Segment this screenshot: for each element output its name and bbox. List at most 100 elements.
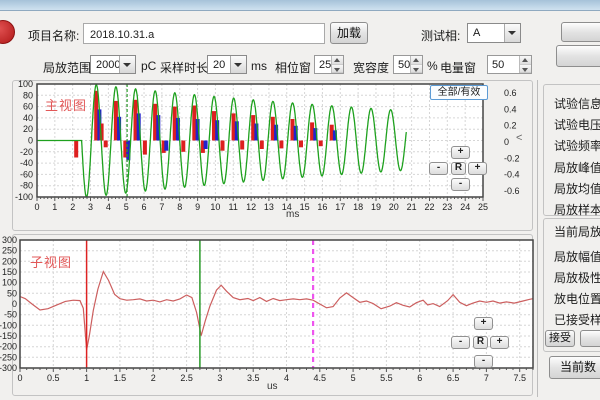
svg-text:4: 4 (106, 202, 111, 212)
svg-text:-0.4: -0.4 (504, 170, 520, 180)
svg-text:2.5: 2.5 (180, 373, 193, 383)
load-button[interactable]: 加载 (330, 22, 368, 44)
svg-text:-40: -40 (20, 158, 33, 168)
sub-chart-plot[interactable]: 00.511.522.533.544.555.566.577.530025020… (0, 234, 535, 400)
svg-text:-50: -50 (4, 310, 17, 320)
svg-text:24: 24 (460, 202, 470, 212)
right-axis-marker: < (516, 132, 522, 144)
charge-window-stepper[interactable]: 50 (487, 55, 532, 74)
svg-text:-20: -20 (20, 147, 33, 157)
main-pan-down-button[interactable]: - (451, 178, 470, 191)
svg-text:-80: -80 (20, 181, 33, 191)
svg-text:3: 3 (88, 202, 93, 212)
pd-range-select[interactable]: 2000 (90, 55, 136, 74)
svg-text:-0.6: -0.6 (504, 186, 520, 196)
main-zoom-out-button[interactable]: - (429, 162, 448, 175)
current-data-button[interactable]: 当前数 (549, 356, 600, 379)
chevron-down-icon[interactable] (230, 56, 246, 73)
svg-text:40: 40 (23, 113, 33, 123)
tolerance-stepper[interactable]: 50 (393, 55, 423, 74)
svg-text:-200: -200 (0, 342, 17, 352)
tolerance-label: 宽容度 (353, 59, 389, 76)
svg-text:0.4: 0.4 (504, 104, 517, 114)
svg-text:23: 23 (442, 202, 452, 212)
svg-text:5.5: 5.5 (380, 373, 393, 383)
label-test-info: 试验信息 (554, 95, 600, 112)
phase-window-label: 相位窗 (275, 59, 311, 76)
svg-text:2: 2 (70, 202, 75, 212)
duration-unit: ms (251, 59, 267, 73)
project-name-input[interactable] (83, 23, 325, 44)
duration-label: 采样时长 (160, 59, 208, 76)
svg-text:300: 300 (2, 235, 17, 245)
tolerance-unit: % (427, 59, 438, 73)
app-logo-icon (0, 20, 15, 44)
sub-reset-button[interactable]: R (473, 336, 488, 349)
label-test-voltage: 试验电压 (554, 116, 600, 133)
svg-text:4: 4 (284, 373, 289, 383)
charge-window-value: 50 (488, 56, 519, 73)
project-name-label: 项目名称: (28, 27, 79, 44)
svg-text:22: 22 (424, 202, 434, 212)
svg-text:100: 100 (2, 278, 17, 288)
svg-text:-300: -300 (0, 363, 17, 373)
all-valid-toggle-button[interactable]: 全部/有效 (430, 85, 488, 100)
svg-text:0.5: 0.5 (47, 373, 60, 383)
sub-zoom-out-button[interactable]: - (451, 336, 470, 349)
svg-text:0.2: 0.2 (504, 121, 517, 131)
svg-text:6: 6 (417, 373, 422, 383)
svg-text:0: 0 (34, 202, 39, 212)
label-discharge-position: 放电位置 (554, 290, 600, 307)
svg-text:7: 7 (159, 202, 164, 212)
panel-divider (537, 80, 538, 397)
main-reset-button[interactable]: R (451, 162, 466, 175)
label-pd-amplitude: 局放幅值 (554, 248, 600, 265)
stepper-arrows-icon[interactable] (331, 56, 343, 73)
pd-range-unit: pC (141, 59, 156, 73)
svg-text:-0.2: -0.2 (504, 153, 520, 163)
svg-text:1: 1 (84, 373, 89, 383)
pd-range-label: 局放范围 (43, 59, 91, 76)
stepper-arrows-icon[interactable] (519, 56, 531, 73)
duration-select[interactable]: 20 (207, 55, 247, 74)
sub-pan-up-button[interactable]: + (474, 317, 493, 330)
svg-text:-60: -60 (20, 169, 33, 179)
svg-text:2: 2 (151, 373, 156, 383)
svg-text:6: 6 (141, 202, 146, 212)
svg-text:-150: -150 (0, 331, 17, 341)
sub-pan-down-button[interactable]: - (474, 355, 493, 368)
charge-window-label: 电量窗 (440, 59, 476, 76)
svg-text:3: 3 (217, 373, 222, 383)
svg-text:7.5: 7.5 (513, 373, 526, 383)
svg-text:12: 12 (246, 202, 256, 212)
chevron-down-icon[interactable] (504, 24, 520, 42)
main-x-axis-unit: ms (286, 209, 299, 220)
svg-text:18: 18 (353, 202, 363, 212)
test-phase-select[interactable]: A (467, 23, 521, 43)
pd-measurement-window: 项目名称: 加载 测试相: A 局放范围 2000 pC 采样时长 20 ms … (0, 0, 600, 400)
svg-text:15: 15 (300, 202, 310, 212)
sub-x-axis-unit: us (267, 381, 278, 392)
svg-text:20: 20 (389, 202, 399, 212)
svg-text:17: 17 (335, 202, 345, 212)
main-pan-up-button[interactable]: + (451, 146, 470, 159)
accept-button[interactable]: 接受 (545, 330, 575, 347)
phase-window-stepper[interactable]: 25 (314, 55, 344, 74)
phase-window-value: 25 (315, 56, 331, 73)
svg-text:-100: -100 (15, 192, 33, 202)
svg-text:0: 0 (17, 373, 22, 383)
label-accepted-samples: 已接受样 (554, 311, 600, 328)
main-zoom-in-button[interactable]: + (468, 162, 487, 175)
stepper-arrows-icon[interactable] (410, 56, 422, 73)
test-phase-value: A (468, 24, 504, 42)
sub-zoom-in-button[interactable]: + (490, 336, 509, 349)
svg-text:0: 0 (28, 136, 33, 146)
svg-text:5: 5 (124, 202, 129, 212)
cutoff-reject-button[interactable] (580, 330, 600, 347)
cutoff-top-button-2[interactable] (556, 45, 600, 67)
svg-text:8: 8 (177, 202, 182, 212)
svg-text:100: 100 (18, 80, 33, 89)
chevron-down-icon[interactable] (119, 56, 135, 73)
cutoff-top-button-1[interactable] (561, 22, 600, 42)
svg-text:80: 80 (23, 90, 33, 100)
